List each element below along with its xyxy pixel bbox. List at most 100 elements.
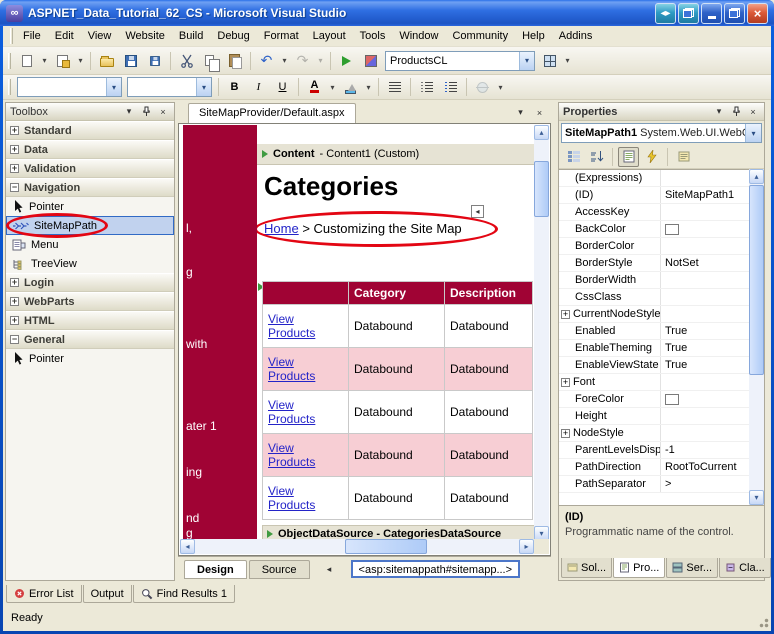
font-color-dropdown[interactable]: ▾ (327, 76, 338, 98)
vertical-scroll-thumb[interactable] (534, 161, 549, 217)
property-grid[interactable]: (Expressions) (ID)SiteMapPath1 AccessKey… (559, 169, 751, 505)
expand-icon[interactable]: + (561, 378, 570, 387)
menu-window[interactable]: Window (392, 27, 445, 45)
toolbar-grip[interactable] (8, 79, 11, 95)
property-row[interactable]: BorderStyleNotSet (559, 255, 751, 272)
smart-tag-button[interactable]: ◂ (471, 205, 484, 218)
property-row[interactable]: EnableViewStateTrue (559, 357, 751, 374)
document-tab[interactable]: SiteMapProvider/Default.aspx (188, 103, 356, 123)
view-products-link[interactable]: View Products (268, 441, 315, 469)
property-row[interactable]: EnableThemingTrue (559, 340, 751, 357)
object-selector-combo[interactable]: SiteMapPath1 System.Web.UI.WebC ▾ (561, 123, 762, 143)
menu-build[interactable]: Build (172, 27, 210, 45)
property-row[interactable]: BorderWidth (559, 272, 751, 289)
toolbox-section-validation[interactable]: +Validation (6, 159, 174, 178)
chevron-down-icon[interactable]: ▾ (196, 78, 211, 96)
property-row[interactable]: EnabledTrue (559, 323, 751, 340)
properties-view-button[interactable] (618, 147, 639, 167)
add-item-button[interactable] (51, 50, 74, 72)
toolbar-options-button[interactable]: ▾ (562, 50, 573, 72)
minimize-button[interactable] (701, 3, 722, 24)
copy-button[interactable] (199, 50, 222, 72)
titlebar-extra-button-window[interactable] (678, 3, 699, 24)
expand-icon[interactable]: + (10, 164, 19, 173)
toolbox-section-html[interactable]: +HTML (6, 311, 174, 330)
collapse-icon[interactable]: − (10, 183, 19, 192)
scroll-up-button[interactable]: ▴ (749, 169, 764, 184)
toolbox-header[interactable]: Toolbox ▾ × (6, 103, 174, 121)
design-surface[interactable]: l, g with ater 1 ing nd g Content - C (178, 123, 551, 556)
property-row[interactable]: +NodeStyle (559, 425, 751, 442)
open-file-button[interactable] (95, 50, 118, 72)
toolbox-item-pointer-general[interactable]: Pointer (6, 349, 174, 368)
new-file-button[interactable] (15, 50, 38, 72)
property-row[interactable]: PathDirectionRootToCurrent (559, 459, 751, 476)
scroll-left-button[interactable]: ◂ (180, 539, 195, 554)
toolbox-item-sitemappath[interactable]: SiteMapPath (6, 216, 174, 235)
design-vertical-scrollbar[interactable]: ▴ ▾ (534, 125, 549, 541)
scroll-up-button[interactable]: ▴ (534, 125, 549, 140)
property-row[interactable]: ForeColor (559, 391, 751, 408)
collapse-icon[interactable]: − (10, 335, 19, 344)
menu-layout[interactable]: Layout (306, 27, 353, 45)
alphabetical-sort-button[interactable] (586, 147, 607, 167)
close-button[interactable]: × (747, 3, 768, 24)
properties-header[interactable]: Properties ▾ × (559, 103, 764, 121)
find-in-files-button[interactable] (538, 50, 561, 72)
expand-icon[interactable]: + (10, 297, 19, 306)
font-color-button[interactable]: A (303, 76, 326, 98)
design-view-tab[interactable]: Design (184, 560, 247, 579)
close-document-button[interactable]: × (532, 105, 547, 120)
view-products-link[interactable]: View Products (268, 312, 315, 340)
properties-scrollbar[interactable]: ▴ ▾ (749, 169, 764, 505)
menu-file[interactable]: File (16, 27, 48, 45)
menu-addins[interactable]: Addins (552, 27, 600, 45)
view-products-link[interactable]: View Products (268, 398, 315, 426)
property-row[interactable]: ParentLevelsDispl-1 (559, 442, 751, 459)
undo-dropdown[interactable]: ▾ (279, 50, 290, 72)
highlight-button[interactable] (339, 76, 362, 98)
property-row[interactable]: (ID)SiteMapPath1 (559, 187, 751, 204)
content-region-header[interactable]: Content - Content1 (Custom) (257, 144, 536, 165)
startup-object-combo[interactable]: ProductsCL ▾ (385, 51, 535, 71)
expand-icon[interactable]: + (10, 278, 19, 287)
categorized-button[interactable] (563, 147, 584, 167)
block-format-combo[interactable]: ▾ (17, 77, 122, 97)
tab-properties[interactable]: Pro... (613, 558, 665, 578)
source-view-tab[interactable]: Source (249, 560, 310, 579)
menu-help[interactable]: Help (515, 27, 552, 45)
italic-button[interactable]: I (247, 76, 270, 98)
view-products-link[interactable]: View Products (268, 484, 315, 512)
titlebar-extra-button-arrows[interactable]: ◂▸ (655, 3, 676, 24)
expand-icon[interactable]: + (10, 145, 19, 154)
toolbox-section-webparts[interactable]: +WebParts (6, 292, 174, 311)
menu-debug[interactable]: Debug (210, 27, 256, 45)
highlight-dropdown[interactable]: ▾ (363, 76, 374, 98)
toolbar-grip[interactable] (8, 53, 11, 69)
toolbox-item-treeview[interactable]: TreeView (6, 254, 174, 273)
menubar-grip[interactable] (10, 28, 13, 44)
auto-hide-pin-button[interactable] (139, 105, 153, 119)
tab-class-view[interactable]: Cla... (719, 558, 771, 578)
property-row[interactable]: (Expressions) (559, 170, 751, 187)
toolbox-item-menu[interactable]: Menu (6, 235, 174, 254)
bold-button[interactable]: B (223, 76, 246, 98)
design-horizontal-scrollbar[interactable]: ◂ ▸ (180, 539, 534, 554)
new-file-dropdown[interactable]: ▾ (39, 50, 50, 72)
property-row[interactable]: PathSeparator> (559, 476, 751, 493)
toolbar-options-button[interactable]: ▾ (495, 76, 506, 98)
tab-error-list[interactable]: Error List (6, 585, 82, 603)
start-debug-button[interactable] (335, 50, 358, 72)
toolbox-section-navigation[interactable]: −Navigation (6, 178, 174, 197)
toolbox-section-data[interactable]: +Data (6, 140, 174, 159)
paste-button[interactable] (223, 50, 246, 72)
scroll-right-button[interactable]: ▸ (519, 539, 534, 554)
toolbox-section-login[interactable]: +Login (6, 273, 174, 292)
toolbox-section-general[interactable]: −General (6, 330, 174, 349)
underline-button[interactable]: U (271, 76, 294, 98)
active-files-dropdown[interactable]: ▾ (513, 105, 528, 120)
numbered-list-button[interactable] (415, 76, 438, 98)
expand-icon[interactable]: + (10, 126, 19, 135)
property-row[interactable]: CssClass (559, 289, 751, 306)
toolbox-section-standard[interactable]: +Standard (6, 121, 174, 140)
